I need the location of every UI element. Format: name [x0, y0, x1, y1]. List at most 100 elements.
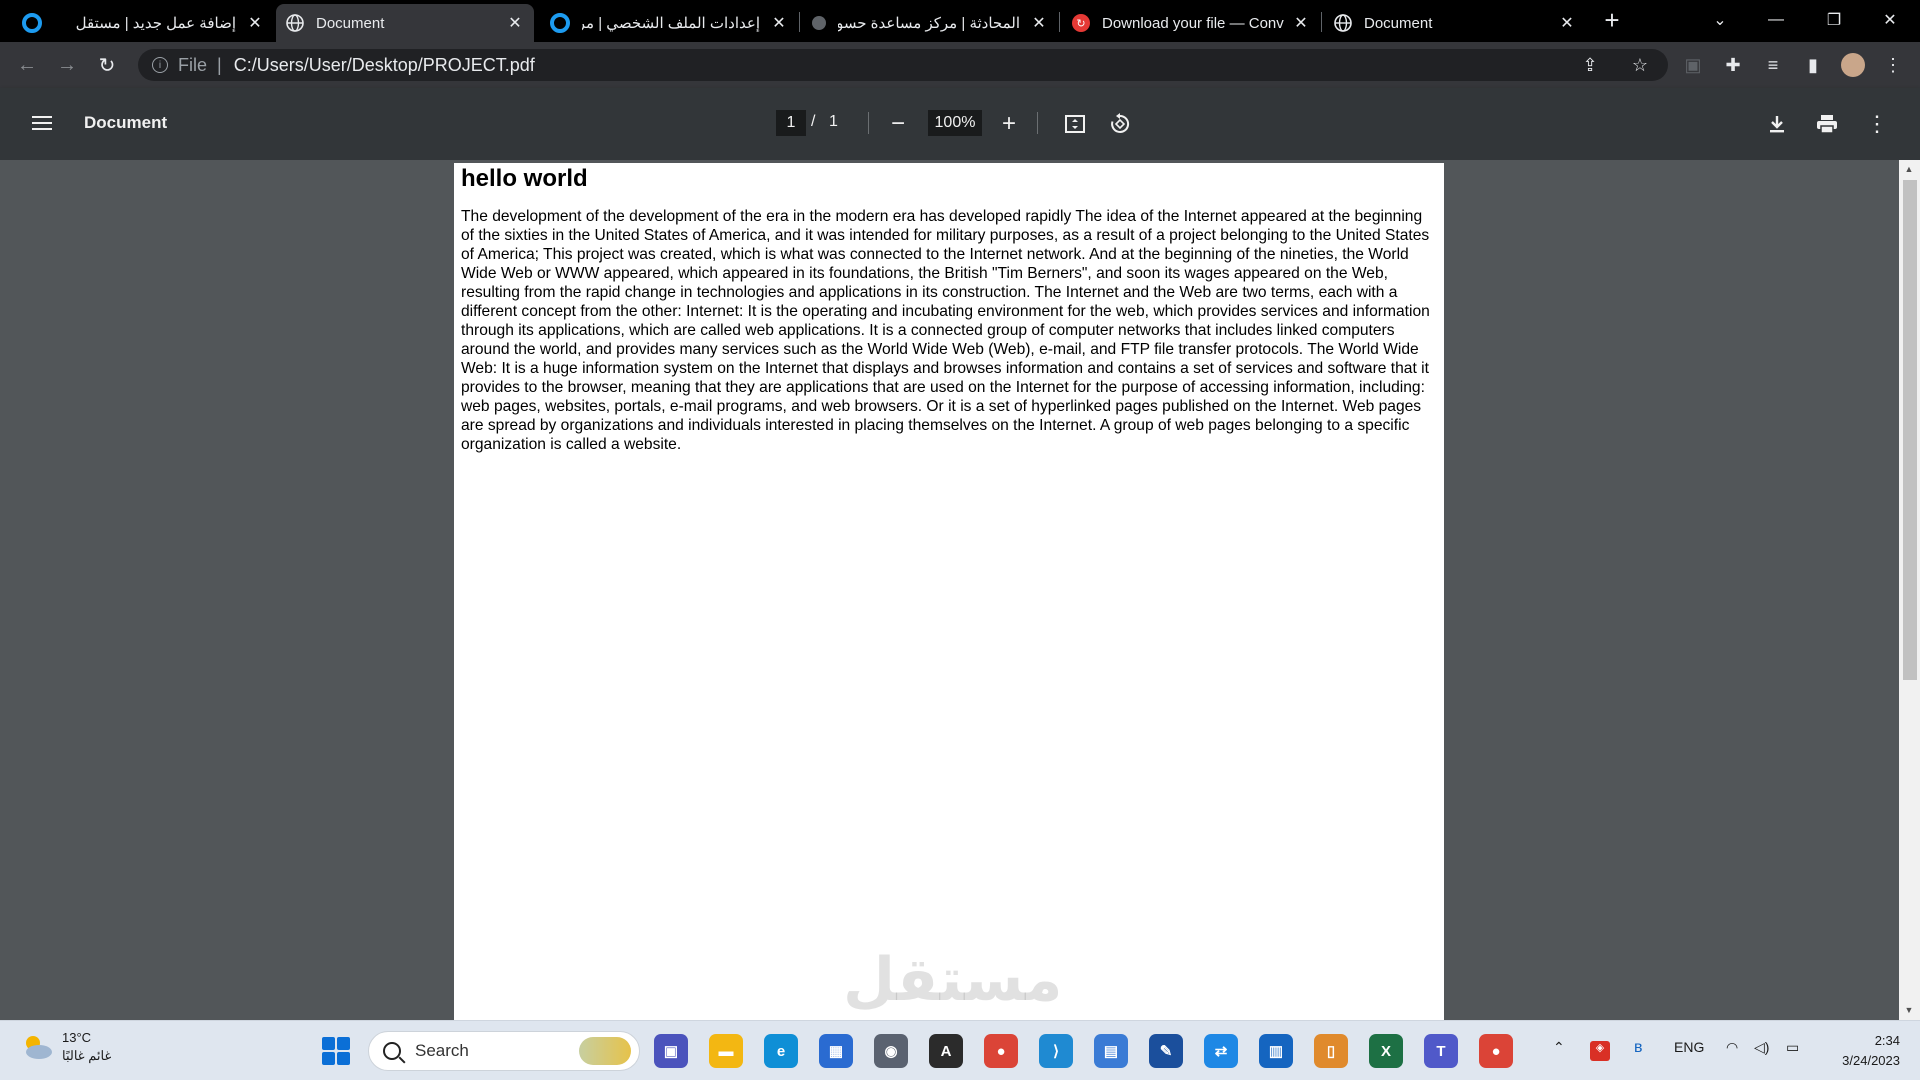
close-icon[interactable]: ✕ — [1558, 13, 1576, 33]
document-heading: hello world — [461, 165, 588, 192]
new-tab-button[interactable]: + — [1582, 0, 1642, 40]
zoom-in-button[interactable]: + — [995, 110, 1023, 138]
forward-button[interactable]: → — [52, 50, 82, 80]
battery-icon[interactable]: ▭ — [1786, 1039, 1799, 1056]
tab-separator — [1321, 12, 1322, 32]
tab-document[interactable]: Document ✕ — [1324, 4, 1586, 42]
total-pages: 1 — [829, 113, 838, 130]
reload-button[interactable]: ↻ — [92, 50, 122, 80]
tab-title: Document — [1364, 14, 1433, 32]
vscode-icon[interactable]: ⟩ — [1039, 1034, 1073, 1068]
mostaql-icon — [22, 13, 42, 33]
tab-title: إضافة عمل جديد | مستقل — [75, 15, 236, 32]
address-toolbar: ← → ↻ i File | C:/Users/User/Desktop/PRO… — [0, 42, 1920, 88]
tab-title: Document — [316, 14, 385, 32]
scroll-down-arrow-icon[interactable]: ▼ — [1904, 1005, 1914, 1015]
close-icon[interactable]: ✕ — [1030, 13, 1048, 33]
pdf-page: hello world The development of the devel… — [454, 163, 1444, 1020]
download-icon[interactable] — [1763, 110, 1791, 138]
globe-icon — [286, 14, 304, 32]
tab-search-chevron-icon[interactable]: ⌄ — [1692, 0, 1748, 40]
minimize-button[interactable]: — — [1748, 0, 1804, 40]
divider — [868, 112, 869, 134]
extensions-puzzle-icon[interactable]: ✚ — [1718, 50, 1748, 80]
camera-icon[interactable]: ◉ — [874, 1034, 908, 1068]
close-icon[interactable]: ✕ — [1292, 13, 1310, 33]
url-text[interactable]: C:/Users/User/Desktop/PROJECT.pdf — [234, 55, 535, 76]
side-panel-icon[interactable]: ▮ — [1798, 50, 1828, 80]
tab-mostaql-profile-settings[interactable]: إعدادات الملف الشخصي | مرك ✕ — [540, 4, 798, 42]
drawing-app-icon[interactable]: ✎ — [1149, 1034, 1183, 1068]
tab-separator — [1059, 12, 1060, 32]
back-button[interactable]: ← — [12, 50, 42, 80]
tab-download-file[interactable]: ↻ Download your file — Conv ✕ — [1062, 4, 1320, 42]
media-controls-icon[interactable]: ≡ — [1758, 50, 1788, 80]
taskbar-search-box[interactable]: Search — [368, 1031, 640, 1071]
chrome-profile-icon[interactable]: ● — [1479, 1034, 1513, 1068]
page-number-input[interactable]: 1 — [776, 110, 806, 136]
info-icon[interactable]: i — [152, 57, 168, 73]
edge-icon[interactable]: e — [764, 1034, 798, 1068]
document-body: The development of the development of th… — [461, 208, 1430, 453]
notebook-icon[interactable]: ▯ — [1314, 1034, 1348, 1068]
scrollbar-thumb[interactable] — [1903, 180, 1917, 680]
tab-document-active[interactable]: Document ✕ — [276, 4, 534, 42]
hamburger-menu-icon[interactable] — [30, 112, 54, 136]
more-options-icon[interactable]: ⋮ — [1863, 110, 1891, 138]
teams-icon[interactable]: T — [1424, 1034, 1458, 1068]
vertical-scrollbar[interactable]: ▲ ▼ — [1899, 160, 1920, 1020]
bookmark-star-icon[interactable]: ☆ — [1628, 53, 1652, 77]
tab-separator — [799, 12, 800, 32]
avatar[interactable] — [1838, 50, 1868, 80]
search-highlight-icon — [579, 1037, 631, 1065]
bluetooth-icon[interactable]: ʙ — [1634, 1039, 1643, 1057]
language-indicator[interactable]: ENG — [1674, 1039, 1704, 1055]
share-icon[interactable]: ⇪ — [1578, 53, 1602, 77]
tab-mostaql-add-work[interactable]: إضافة عمل جديد | مستقل ✕ — [12, 4, 274, 42]
windows-start-button[interactable] — [322, 1037, 350, 1065]
microsoft-store-icon[interactable]: ▦ — [819, 1034, 853, 1068]
clock-time: 2:34 — [1874, 1033, 1900, 1048]
chrome-icon[interactable]: ● — [984, 1034, 1018, 1068]
close-icon[interactable]: ✕ — [506, 13, 524, 33]
close-window-button[interactable]: ✕ — [1862, 0, 1918, 40]
weather-description: غائم غالبًا — [62, 1048, 112, 1063]
affinity-icon[interactable]: A — [929, 1034, 963, 1068]
remote-desktop-icon[interactable]: ⇄ — [1204, 1034, 1238, 1068]
watermark-logo: مستقل — [843, 945, 1063, 1015]
globe-icon — [1334, 14, 1352, 32]
close-icon[interactable]: ✕ — [246, 13, 264, 33]
wifi-icon[interactable]: ◠ — [1726, 1039, 1738, 1056]
excel-icon[interactable]: X — [1369, 1034, 1403, 1068]
restore-button[interactable]: ❐ — [1806, 0, 1862, 40]
weather-cloud-icon — [26, 1036, 52, 1059]
chrome-menu-icon[interactable]: ⋮ — [1878, 50, 1908, 80]
mostaql-icon — [550, 13, 570, 33]
zoom-out-button[interactable]: − — [884, 110, 912, 138]
anydesk-icon[interactable]: ◈ — [1590, 1041, 1610, 1061]
pdf-viewport[interactable]: hello world The development of the devel… — [0, 160, 1920, 1020]
extension-icon[interactable]: ▣ — [1678, 50, 1708, 80]
tab-title: إعدادات الملف الشخصي | مرك — [582, 15, 760, 32]
weather-widget[interactable]: 13°C غائم غالبًا — [20, 1029, 111, 1065]
kiosk-icon[interactable]: ▥ — [1259, 1034, 1293, 1068]
office-icon[interactable]: ▤ — [1094, 1034, 1128, 1068]
zoom-level-input[interactable]: 100% — [928, 110, 982, 136]
fit-to-page-icon[interactable] — [1061, 110, 1089, 138]
file-explorer-icon[interactable]: ▬ — [709, 1034, 743, 1068]
tab-title: المحادثة | مركز مساعدة حسوب — [838, 15, 1020, 32]
print-icon[interactable] — [1813, 110, 1841, 138]
show-hidden-icons-chevron-icon[interactable]: ⌃ — [1553, 1039, 1565, 1056]
close-icon[interactable]: ✕ — [770, 13, 788, 33]
omnibox[interactable]: i File | C:/Users/User/Desktop/PROJECT.p… — [138, 49, 1668, 81]
browser-tab-strip: إضافة عمل جديد | مستقل ✕ Document ✕ إعدا… — [0, 0, 1920, 42]
tab-hsoub-chat[interactable]: المحادثة | مركز مساعدة حسوب ✕ — [802, 4, 1058, 42]
teams-meet-icon[interactable]: ▣ — [654, 1034, 688, 1068]
system-clock[interactable]: 2:34 3/24/2023 — [1822, 1031, 1900, 1071]
rotate-icon[interactable] — [1106, 110, 1134, 138]
loading-icon — [812, 16, 826, 30]
volume-icon[interactable]: ◁) — [1754, 1039, 1769, 1056]
clock-date: 3/24/2023 — [1842, 1053, 1900, 1068]
url-scheme: File — [178, 54, 208, 75]
scroll-up-arrow-icon[interactable]: ▲ — [1904, 164, 1914, 174]
